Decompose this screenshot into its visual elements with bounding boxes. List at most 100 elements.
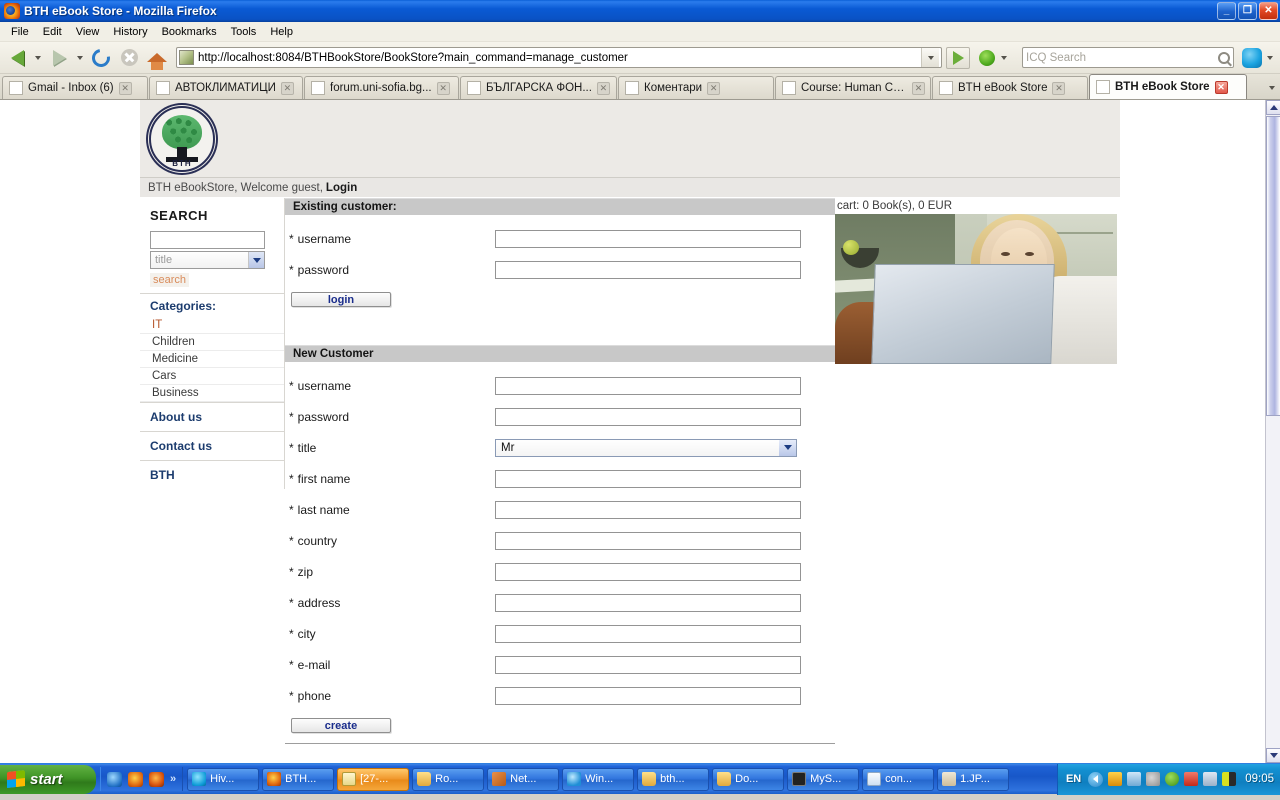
skype-icon[interactable] [1242, 48, 1262, 68]
task-button-hiv[interactable]: Hiv... [187, 768, 259, 791]
menu-item-view[interactable]: View [69, 24, 107, 40]
system-clock[interactable]: 09:05 [1245, 773, 1274, 785]
sidebar-search-input[interactable] [150, 231, 265, 249]
sidebar-item-children[interactable]: Children [140, 334, 284, 351]
icq-chevron-down-icon[interactable] [1001, 56, 1007, 60]
task-button-notepad[interactable]: [27-... [337, 768, 409, 791]
menu-item-help[interactable]: Help [263, 24, 300, 40]
new-city-input[interactable] [495, 625, 801, 643]
start-button[interactable]: start [0, 765, 96, 794]
reload-button[interactable] [88, 45, 114, 71]
task-button-image[interactable]: 1.JP... [937, 768, 1009, 791]
sidebar-item-medicine[interactable]: Medicine [140, 351, 284, 368]
create-button[interactable]: create [291, 718, 391, 733]
address-dropdown-button[interactable] [921, 48, 939, 67]
wireless-icon[interactable] [1184, 772, 1198, 786]
new-username-input[interactable] [495, 377, 801, 395]
sidebar-item-bth[interactable]: BTH [140, 460, 284, 489]
existing-username-input[interactable] [495, 230, 801, 248]
tab-bth-ebook-store-1[interactable]: BTH eBook Store ✕ [932, 76, 1088, 99]
maximize-button[interactable]: ❐ [1238, 2, 1257, 20]
new-first-name-input[interactable] [495, 470, 801, 488]
new-last-name-input[interactable] [495, 501, 801, 519]
task-button-net[interactable]: Net... [487, 768, 559, 791]
tab-komentari[interactable]: Коментари ✕ [618, 76, 774, 99]
icq-icon[interactable] [978, 49, 996, 67]
new-title-select[interactable]: Mr [495, 439, 797, 457]
sidebar-search-field-select[interactable]: title [150, 251, 265, 269]
go-button[interactable] [946, 47, 970, 69]
new-address-input[interactable] [495, 594, 801, 612]
tab-close-icon[interactable]: ✕ [1052, 82, 1065, 95]
internet-explorer-icon[interactable] [107, 772, 122, 787]
menu-item-tools[interactable]: Tools [224, 24, 264, 40]
task-button-con[interactable]: con... [862, 768, 934, 791]
tab-close-icon[interactable]: ✕ [707, 82, 720, 95]
tab-list-all-button[interactable] [1264, 76, 1280, 99]
back-history-chevron-down-icon[interactable] [35, 56, 41, 60]
network-icon[interactable] [1127, 772, 1141, 786]
menu-item-edit[interactable]: Edit [36, 24, 69, 40]
stop-button[interactable] [116, 45, 142, 71]
sidebar-search-button[interactable]: search [150, 273, 189, 287]
menu-item-history[interactable]: History [106, 24, 154, 40]
tab-close-icon[interactable]: ✕ [281, 82, 294, 95]
login-link[interactable]: Login [326, 182, 357, 194]
menu-item-bookmarks[interactable]: Bookmarks [155, 24, 224, 40]
monitor-icon[interactable] [1203, 772, 1217, 786]
task-button-bth[interactable]: BTH... [262, 768, 334, 791]
new-email-input[interactable] [495, 656, 801, 674]
sidebar-item-business[interactable]: Business [140, 385, 284, 402]
cart-status[interactable]: cart: 0 Book(s), 0 EUR [835, 198, 1120, 214]
language-indicator[interactable]: EN [1066, 773, 1081, 785]
search-input[interactable]: ICQ Search [1022, 47, 1234, 68]
tab-close-icon[interactable]: ✕ [912, 82, 925, 95]
quick-launch-overflow-icon[interactable]: » [170, 773, 176, 785]
tab-close-icon[interactable]: ✕ [1215, 81, 1228, 94]
login-button[interactable]: login [291, 292, 391, 307]
new-phone-input[interactable] [495, 687, 801, 705]
tab-course-human[interactable]: Course: Human Co... ✕ [775, 76, 931, 99]
task-button-ro[interactable]: Ro... [412, 768, 484, 791]
tab-avtoklimatici[interactable]: АВТОКЛИМАТИЦИ ✕ [149, 76, 303, 99]
sidebar-item-about-us[interactable]: About us [140, 402, 284, 431]
bth-logo-icon[interactable]: BTH [146, 103, 218, 175]
tab-gmail[interactable]: Gmail - Inbox (6) ✕ [2, 76, 148, 99]
browser-icon[interactable] [128, 772, 143, 787]
tab-close-icon[interactable]: ✕ [437, 82, 450, 95]
task-button-documents[interactable]: Do... [712, 768, 784, 791]
tab-forum-uni-sofia[interactable]: forum.uni-sofia.bg... ✕ [304, 76, 459, 99]
scroll-up-button[interactable] [1266, 100, 1280, 115]
volume-icon[interactable] [1146, 772, 1160, 786]
minimize-button[interactable]: _ [1217, 2, 1236, 20]
tray-expand-icon[interactable] [1088, 772, 1103, 787]
task-button-bth-folder[interactable]: bth... [637, 768, 709, 791]
forward-button[interactable] [46, 45, 72, 71]
new-zip-input[interactable] [495, 563, 801, 581]
existing-password-input[interactable] [495, 261, 801, 279]
close-button[interactable]: ✕ [1259, 2, 1278, 20]
toolbar-overflow-chevron-down-icon[interactable] [1267, 56, 1273, 60]
task-button-mysql[interactable]: MyS... [787, 768, 859, 791]
icq-icon[interactable] [1165, 772, 1179, 786]
scrollbar-thumb[interactable] [1266, 116, 1280, 416]
tab-close-icon[interactable]: ✕ [119, 82, 132, 95]
new-country-input[interactable] [495, 532, 801, 550]
task-button-win[interactable]: Win... [562, 768, 634, 791]
page-scrollbar[interactable] [1265, 100, 1280, 763]
magnifier-icon[interactable] [1218, 52, 1230, 64]
back-button[interactable] [4, 45, 30, 71]
new-password-input[interactable] [495, 408, 801, 426]
antivirus-icon[interactable] [1108, 772, 1122, 786]
firefox-icon[interactable] [149, 772, 164, 787]
tab-bulgarian-fon[interactable]: БЪЛГАРСКА ФОН... ✕ [460, 76, 617, 99]
menu-item-file[interactable]: File [4, 24, 36, 40]
sidebar-item-it[interactable]: IT [140, 317, 284, 334]
forward-history-chevron-down-icon[interactable] [77, 56, 83, 60]
sidebar-item-cars[interactable]: Cars [140, 368, 284, 385]
scroll-down-button[interactable] [1266, 748, 1280, 763]
tab-bth-ebook-store-2-active[interactable]: BTH eBook Store ✕ [1089, 74, 1247, 99]
address-bar[interactable]: http://localhost:8084/BTHBookStore/BookS… [176, 47, 942, 68]
color-square-icon[interactable] [1222, 772, 1236, 786]
sidebar-item-contact-us[interactable]: Contact us [140, 431, 284, 460]
